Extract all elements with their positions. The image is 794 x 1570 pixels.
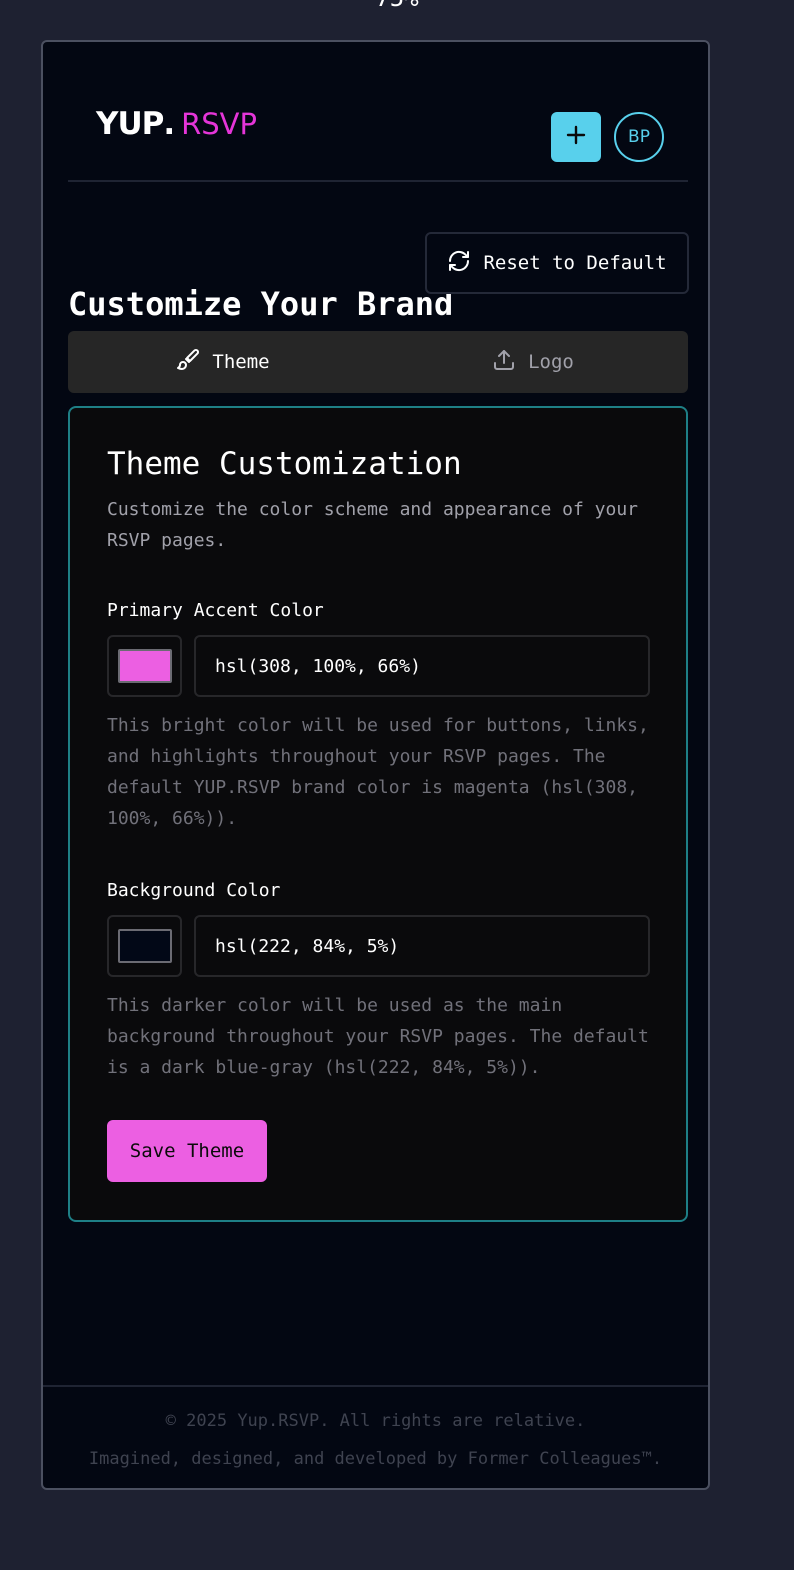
tab-theme[interactable]: Theme [68,331,378,393]
save-theme-button[interactable]: Save Theme [107,1120,267,1182]
background-color-help: This darker color will be used as the ma… [107,995,649,1078]
logo-rsvp-text: RSVP [181,107,258,141]
page-title: Customize Your Brand [68,285,454,323]
refresh-icon [447,249,471,278]
background-color-label: Background Color [107,880,281,901]
primary-color-picker[interactable] [107,635,182,697]
add-button[interactable] [551,112,601,162]
app-window: YUP. RSVP BP Customize Your Brand Reset t… [41,40,710,1490]
upload-icon [492,348,516,377]
logo-yup-text: YUP [96,106,164,142]
plus-icon [565,124,587,150]
primary-color-swatch [118,649,172,683]
tab-logo[interactable]: Logo [378,331,688,393]
tab-theme-label: Theme [212,351,270,373]
settings-tabs: Theme Logo [68,331,688,393]
brand-logo[interactable]: YUP. RSVP [96,104,257,144]
footer: © 2025 Yup.RSVP. All rights are relative… [43,1385,708,1488]
card-title: Theme Customization [107,446,462,482]
user-avatar[interactable]: BP [614,112,664,162]
zoom-level-label: 75% [0,0,794,10]
primary-color-help: This bright color will be used for butto… [107,715,649,829]
paintbrush-icon [176,348,200,377]
background-color-picker[interactable] [107,915,182,977]
card-description: Customize the color scheme and appearanc… [107,499,639,551]
theme-customization-card: Theme Customization Customize the color … [68,406,688,1222]
footer-credits: Imagined, designed, and developed by For… [88,1449,663,1469]
reset-to-default-button[interactable]: Reset to Default [425,232,689,294]
background-color-swatch [118,929,172,963]
primary-color-input[interactable] [194,635,650,697]
footer-copyright: © 2025 Yup.RSVP. All rights are relative… [165,1411,586,1431]
primary-color-label: Primary Accent Color [107,600,324,621]
tab-logo-label: Logo [528,351,574,373]
avatar-initials: BP [628,127,650,147]
logo-dot-text: . [163,106,176,142]
app-header: YUP. RSVP BP [68,82,688,182]
reset-button-label: Reset to Default [483,252,667,274]
background-color-input[interactable] [194,915,650,977]
